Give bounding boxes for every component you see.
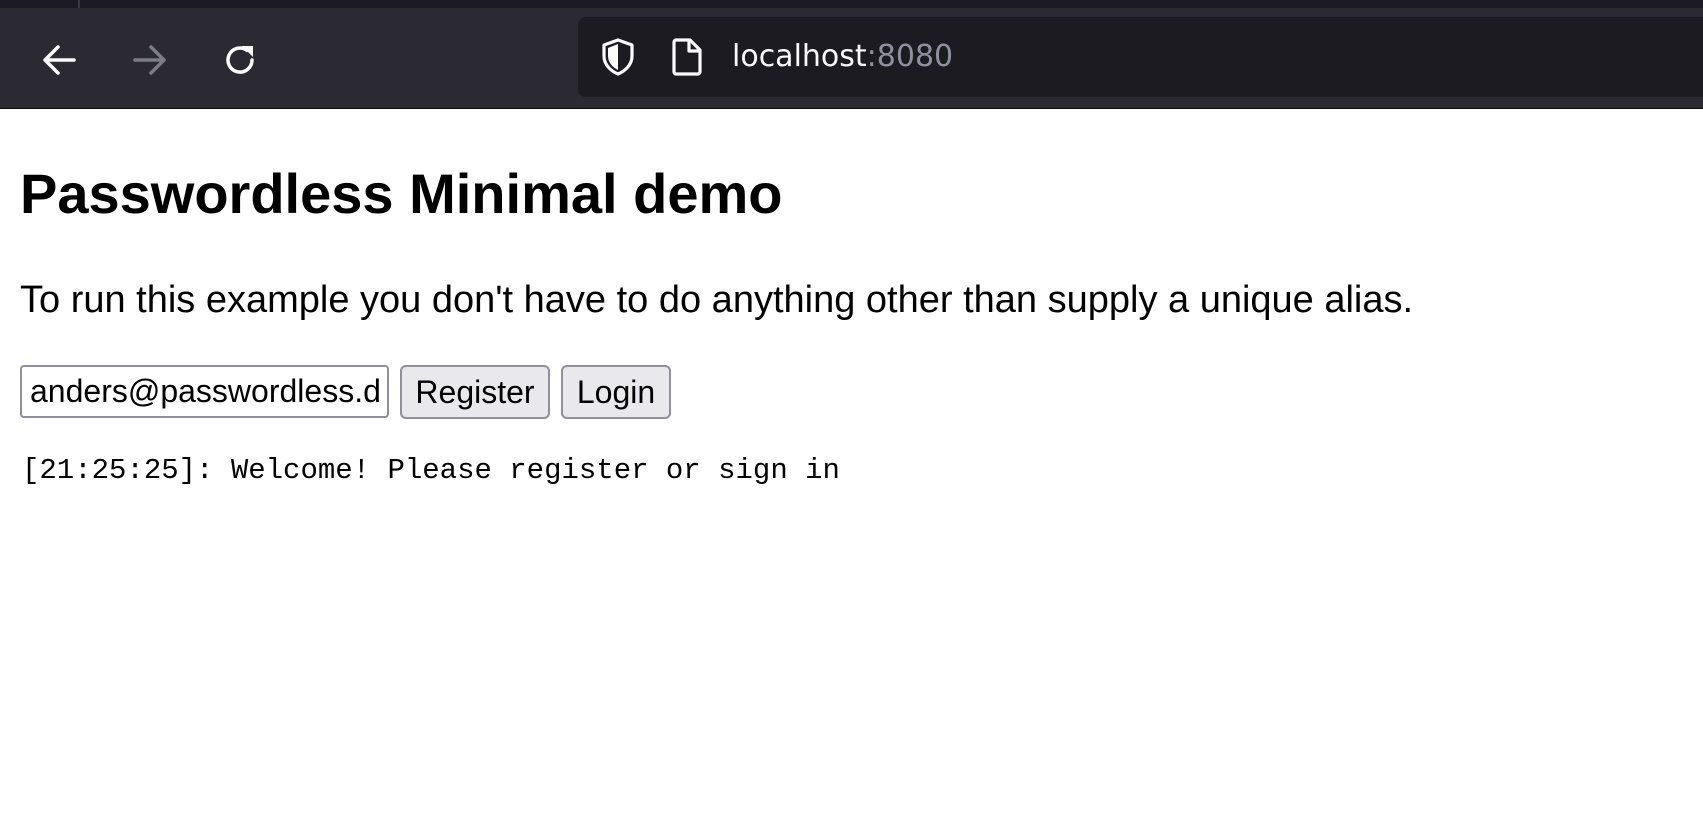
- url-bar[interactable]: localhost:8080: [578, 17, 1703, 97]
- tab-strip: [0, 0, 1703, 8]
- page-content: Passwordless Minimal demo To run this ex…: [0, 109, 1703, 834]
- register-button[interactable]: Register: [400, 365, 550, 419]
- login-button[interactable]: Login: [561, 365, 671, 419]
- intro-text: To run this example you don't have to do…: [20, 279, 1414, 321]
- url-port: :8080: [866, 39, 954, 74]
- browser-toolbar: localhost:8080: [0, 0, 1703, 109]
- reload-button[interactable]: [215, 35, 265, 85]
- alias-input[interactable]: [20, 365, 389, 418]
- arrow-right-icon: [133, 45, 166, 75]
- shield-icon[interactable]: [598, 36, 638, 78]
- url-host: localhost: [732, 39, 867, 74]
- forward-button[interactable]: [125, 35, 175, 85]
- arrow-left-icon: [43, 45, 76, 75]
- reload-icon: [226, 46, 254, 74]
- url-text[interactable]: localhost:8080: [732, 38, 953, 76]
- status-log: [21:25:25]: Welcome! Please register or …: [22, 454, 840, 487]
- back-button[interactable]: [34, 35, 84, 85]
- tab-divider: [78, 0, 80, 8]
- page-title: Passwordless Minimal demo: [20, 162, 783, 225]
- page-icon[interactable]: [670, 37, 704, 77]
